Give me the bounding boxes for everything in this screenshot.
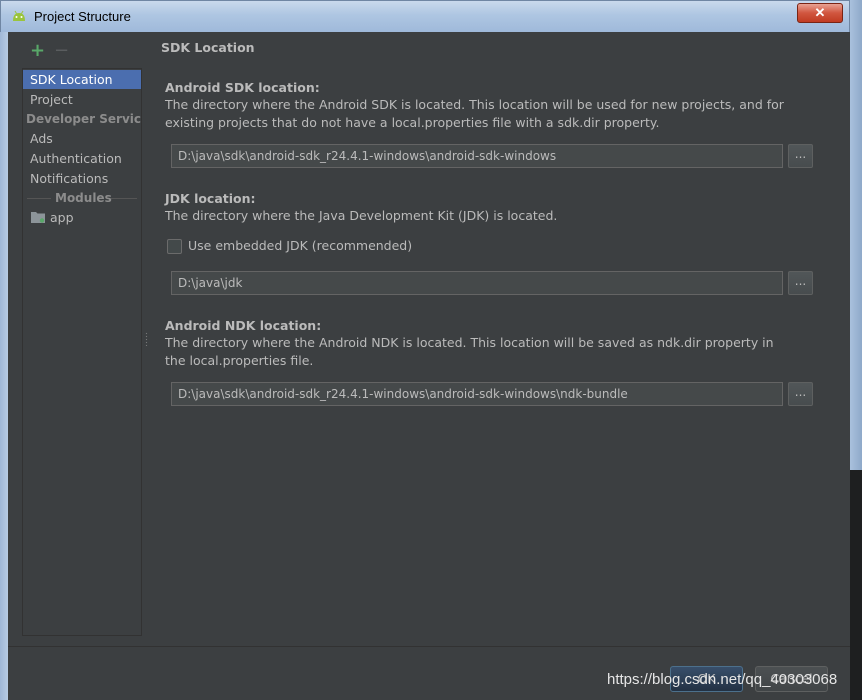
sidebar-item-notifications[interactable]: Notifications (23, 169, 141, 188)
sidebar-item-label: app (50, 210, 74, 225)
add-icon[interactable]: + (30, 42, 45, 60)
module-folder-icon (31, 212, 45, 223)
android-sdk-description: The directory where the Android SDK is l… (165, 97, 784, 130)
use-embedded-jdk-label[interactable]: Use embedded JDK (recommended) (188, 238, 412, 253)
sidebar-item-project[interactable]: Project (23, 90, 141, 109)
close-icon: ✕ (814, 5, 826, 20)
close-button[interactable]: ✕ (797, 3, 843, 23)
sidebar-group-developer-services: Developer Servic... (26, 112, 141, 126)
jdk-description: The directory where the Java Development… (165, 208, 558, 223)
jdk-browse-button[interactable]: ... (788, 271, 813, 295)
jdk-label: JDK location: (165, 191, 256, 206)
watermark-text: https://blog.csdn.net/qq_40303068 (607, 671, 838, 688)
sidebar-item-authentication[interactable]: Authentication (23, 149, 141, 168)
android-ndk-path-field[interactable]: D:\java\sdk\android-sdk_r24.4.1-windows\… (171, 382, 783, 406)
remove-icon[interactable]: − (54, 42, 69, 60)
footer-divider (8, 646, 850, 647)
use-embedded-jdk-checkbox[interactable] (167, 239, 182, 254)
project-structure-dialog: + − SDK Location Project Developer Servi… (8, 32, 850, 700)
sidebar-item-app[interactable]: app (23, 208, 141, 227)
splitter-handle[interactable] (145, 332, 148, 346)
modules-separator: Modules (23, 189, 141, 207)
desktop-background (850, 470, 862, 700)
android-sdk-label: Android SDK location: (165, 80, 320, 95)
page-title: SDK Location (161, 40, 255, 55)
sidebar-item-sdk-location[interactable]: SDK Location (23, 70, 141, 89)
android-studio-icon (13, 10, 25, 21)
window-title: Project Structure (34, 9, 131, 24)
android-ndk-description: The directory where the Android NDK is l… (165, 335, 774, 368)
android-sdk-path-field[interactable]: D:\java\sdk\android-sdk_r24.4.1-windows\… (171, 144, 783, 168)
android-sdk-browse-button[interactable]: ... (788, 144, 813, 168)
modules-label: Modules (55, 191, 112, 205)
sidebar-item-ads[interactable]: Ads (23, 129, 141, 148)
sidebar: SDK Location Project Developer Servic...… (22, 68, 142, 636)
android-ndk-label: Android NDK location: (165, 318, 322, 333)
android-ndk-browse-button[interactable]: ... (788, 382, 813, 406)
window-title-bar[interactable]: Project Structure ✕ (0, 0, 850, 32)
jdk-path-field[interactable]: D:\java\jdk (171, 271, 783, 295)
window-frame-left (0, 32, 8, 700)
